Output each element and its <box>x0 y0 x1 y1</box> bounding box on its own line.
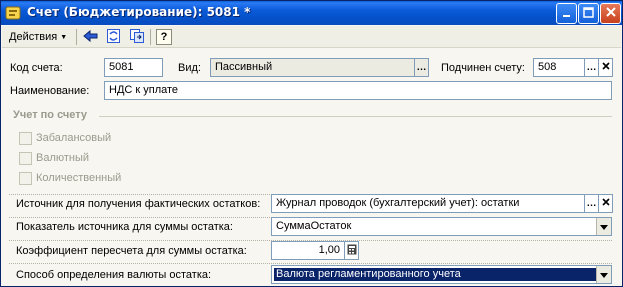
copy-button[interactable] <box>128 28 146 46</box>
close-button[interactable] <box>600 3 621 24</box>
ellipsis-icon: … <box>586 198 597 209</box>
code-label: Код счета: <box>10 62 63 74</box>
maximize-icon <box>583 6 594 21</box>
balance-source-select-button[interactable]: … <box>584 194 599 213</box>
kind-label: Вид: <box>178 62 201 74</box>
help-icon: ? <box>160 31 168 43</box>
title-bar[interactable]: Счет (Бюджетирование): 5081 * <box>1 1 622 25</box>
window-title: Счет (Бюджетирование): 5081 * <box>27 5 251 19</box>
accounting-section-title: Учет по счету <box>13 109 88 121</box>
refresh-icon <box>106 28 122 47</box>
minimize-icon <box>562 7 572 21</box>
toolbar-separator <box>76 29 77 45</box>
coefficient-input[interactable]: 1,00 <box>271 241 345 260</box>
chevron-down-icon: ▼ <box>60 33 68 41</box>
minimize-button[interactable] <box>556 3 577 24</box>
currency-checkbox[interactable] <box>19 152 32 165</box>
currency-label: Валютный <box>36 152 90 164</box>
source-indicator-label: Показатель источника для суммы остатка: <box>16 221 233 233</box>
ellipsis-icon: … <box>586 62 597 73</box>
calculator-icon <box>347 244 357 258</box>
parent-clear-button[interactable] <box>598 58 613 77</box>
close-icon <box>605 6 616 21</box>
off-balance-label: Забалансовый <box>36 132 112 144</box>
toolbar: Действия ▼ ? <box>2 26 621 48</box>
currency-method-value: Валюта регламентированного учета <box>274 268 609 281</box>
parent-select-button[interactable]: … <box>584 58 599 77</box>
clear-icon <box>601 62 610 73</box>
app-icon <box>5 5 21 21</box>
chevron-down-icon <box>600 269 608 281</box>
parent-input[interactable]: 508 <box>533 58 585 77</box>
toolbar-separator <box>150 29 151 45</box>
parent-label: Подчинен счету: <box>441 62 525 74</box>
row-divider <box>9 263 612 264</box>
source-indicator-value: СуммаОстаток <box>276 220 352 232</box>
clear-icon <box>601 198 610 209</box>
currency-method-select[interactable]: Валюта регламентированного учета <box>271 265 612 284</box>
balance-source-input[interactable]: Журнал проводок (бухгалтерский учет): ос… <box>271 194 585 213</box>
actions-menu-button[interactable]: Действия ▼ <box>5 28 71 46</box>
balance-source-clear-button[interactable] <box>598 194 613 213</box>
chevron-down-icon <box>600 221 608 233</box>
save-close-button[interactable] <box>82 28 100 46</box>
off-balance-checkbox[interactable] <box>19 132 32 145</box>
maximize-button[interactable] <box>578 3 599 24</box>
ellipsis-icon: … <box>416 62 427 73</box>
kind-field[interactable]: Пассивный <box>210 58 415 77</box>
save-close-icon <box>83 29 99 46</box>
quantity-label: Количественный <box>36 172 122 184</box>
calculator-button[interactable] <box>344 241 359 260</box>
currency-method-label: Способ определения валюты остатка: <box>16 269 212 281</box>
kind-select-button[interactable]: … <box>414 58 429 77</box>
coefficient-label: Коэффициент пересчета для суммы остатка: <box>16 245 247 257</box>
source-indicator-dropdown-button[interactable] <box>596 218 611 235</box>
help-button[interactable]: ? <box>156 29 172 45</box>
copy-icon <box>129 28 145 47</box>
refresh-button[interactable] <box>105 28 123 46</box>
quantity-checkbox[interactable] <box>19 172 32 185</box>
name-input[interactable]: НДС к уплате <box>104 81 612 100</box>
actions-label: Действия <box>9 31 58 43</box>
account-window: Счет (Бюджетирование): 5081 * Действия ▼ <box>0 0 623 287</box>
currency-method-dropdown-button[interactable] <box>596 266 611 283</box>
section-divider <box>99 116 612 117</box>
source-indicator-select[interactable]: СуммаОстаток <box>271 217 612 236</box>
code-input[interactable]: 5081 <box>104 58 163 77</box>
name-label: Наименование: <box>10 85 90 97</box>
balance-source-label: Источник для получения фактических остат… <box>16 198 261 210</box>
